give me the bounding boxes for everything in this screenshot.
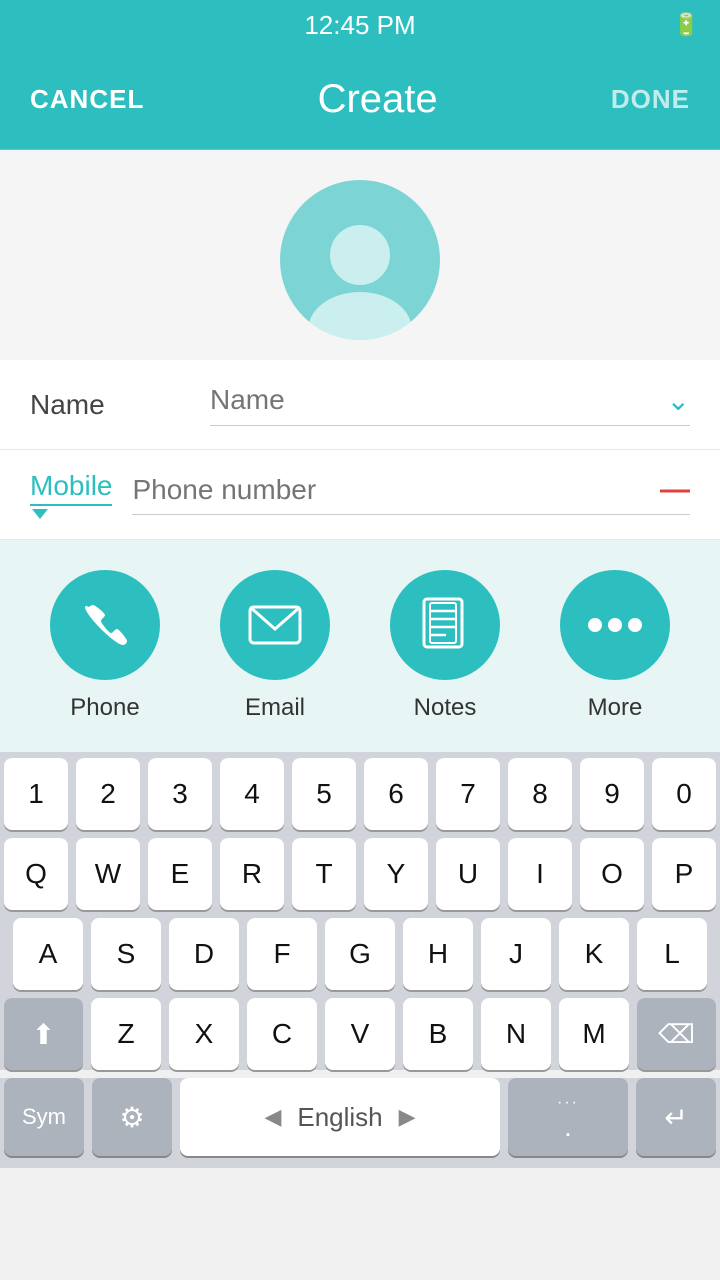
key-row-qwerty: Q W E R T Y U I O P [4, 838, 716, 910]
key-6[interactable]: 6 [364, 758, 428, 830]
phone-input[interactable] [132, 474, 650, 506]
enter-key[interactable]: ↵ [636, 1078, 716, 1156]
key-f[interactable]: F [247, 918, 317, 990]
keyboard: 1 2 3 4 5 6 7 8 9 0 Q W E R T Y U I O P … [0, 752, 720, 1070]
notes-icon [420, 597, 470, 653]
key-i[interactable]: I [508, 838, 572, 910]
phone-input-wrapper[interactable]: — [132, 474, 690, 515]
key-0[interactable]: 0 [652, 758, 716, 830]
chevron-down-icon[interactable]: ⌄ [667, 384, 690, 417]
battery-icon: 🔋 [673, 12, 700, 38]
key-row-zxcv: ⬆ Z X C V B N M ⌫ [4, 998, 716, 1070]
more-action-label: More [588, 694, 643, 722]
punct-key[interactable]: ··· . [508, 1078, 628, 1156]
key-h[interactable]: H [403, 918, 473, 990]
backspace-key[interactable]: ⌫ [637, 998, 716, 1070]
key-y[interactable]: Y [364, 838, 428, 910]
status-bar: 12:45 PM 🔋 [0, 0, 720, 50]
key-u[interactable]: U [436, 838, 500, 910]
key-w[interactable]: W [76, 838, 140, 910]
phone-circle[interactable] [50, 570, 160, 680]
avatar-silhouette [295, 210, 425, 340]
phone-icon [79, 599, 131, 651]
cancel-button[interactable]: CANCEL [30, 84, 144, 115]
key-2[interactable]: 2 [76, 758, 140, 830]
email-circle[interactable] [220, 570, 330, 680]
notes-circle[interactable] [390, 570, 500, 680]
space-right-arrow: ▶ [399, 1104, 416, 1130]
avatar-circle[interactable] [280, 180, 440, 340]
key-j[interactable]: J [481, 918, 551, 990]
key-s[interactable]: S [91, 918, 161, 990]
toolbar: CANCEL Create DONE [0, 50, 720, 150]
key-d[interactable]: D [169, 918, 239, 990]
status-time: 12:45 PM [304, 10, 415, 41]
mobile-label[interactable]: Mobile [30, 470, 112, 506]
space-left-arrow: ◀ [264, 1104, 281, 1130]
keyboard-bottom: Sym ⚙ ◀ English ▶ ··· . ↵ [0, 1078, 720, 1168]
name-input[interactable] [210, 384, 657, 416]
key-v[interactable]: V [325, 998, 395, 1070]
key-z[interactable]: Z [91, 998, 161, 1070]
key-p[interactable]: P [652, 838, 716, 910]
key-b[interactable]: B [403, 998, 473, 1070]
key-8[interactable]: 8 [508, 758, 572, 830]
key-n[interactable]: N [481, 998, 551, 1070]
key-4[interactable]: 4 [220, 758, 284, 830]
key-5[interactable]: 5 [292, 758, 356, 830]
key-7[interactable]: 7 [436, 758, 500, 830]
action-buttons: Phone Email Notes [0, 540, 720, 752]
key-9[interactable]: 9 [580, 758, 644, 830]
space-key[interactable]: ◀ English ▶ [180, 1078, 500, 1156]
more-circle[interactable] [560, 570, 670, 680]
key-1[interactable]: 1 [4, 758, 68, 830]
email-action-label: Email [245, 694, 305, 722]
key-x[interactable]: X [169, 998, 239, 1070]
key-q[interactable]: Q [4, 838, 68, 910]
done-button[interactable]: DONE [611, 84, 690, 115]
sym-key[interactable]: Sym [4, 1078, 84, 1156]
mobile-dropdown-arrow[interactable] [32, 509, 48, 519]
email-icon [248, 605, 302, 645]
name-label: Name [30, 389, 190, 421]
form-section: Name ⌄ Mobile — [0, 360, 720, 540]
remove-phone-icon[interactable]: — [660, 475, 690, 505]
key-o[interactable]: O [580, 838, 644, 910]
key-m[interactable]: M [559, 998, 629, 1070]
key-l[interactable]: L [637, 918, 707, 990]
more-icon [587, 615, 643, 635]
avatar-section[interactable] [0, 150, 720, 360]
toolbar-title: Create [318, 77, 438, 122]
space-label: English [297, 1102, 382, 1133]
key-3[interactable]: 3 [148, 758, 212, 830]
action-notes[interactable]: Notes [390, 570, 500, 722]
key-g[interactable]: G [325, 918, 395, 990]
key-k[interactable]: K [559, 918, 629, 990]
notes-action-label: Notes [414, 694, 477, 722]
key-a[interactable]: A [13, 918, 83, 990]
phone-row: Mobile — [0, 450, 720, 540]
key-row-asdf: A S D F G H J K L [4, 918, 716, 990]
action-email[interactable]: Email [220, 570, 330, 722]
mobile-label-wrapper[interactable]: Mobile [30, 470, 112, 519]
shift-key[interactable]: ⬆ [4, 998, 83, 1070]
key-row-numbers: 1 2 3 4 5 6 7 8 9 0 [4, 758, 716, 830]
key-r[interactable]: R [220, 838, 284, 910]
key-t[interactable]: T [292, 838, 356, 910]
key-e[interactable]: E [148, 838, 212, 910]
key-c[interactable]: C [247, 998, 317, 1070]
name-input-wrapper[interactable]: ⌄ [210, 384, 690, 426]
gear-key[interactable]: ⚙ [92, 1078, 172, 1156]
name-row: Name ⌄ [0, 360, 720, 450]
phone-action-label: Phone [70, 694, 139, 722]
action-phone[interactable]: Phone [50, 570, 160, 722]
action-more[interactable]: More [560, 570, 670, 722]
